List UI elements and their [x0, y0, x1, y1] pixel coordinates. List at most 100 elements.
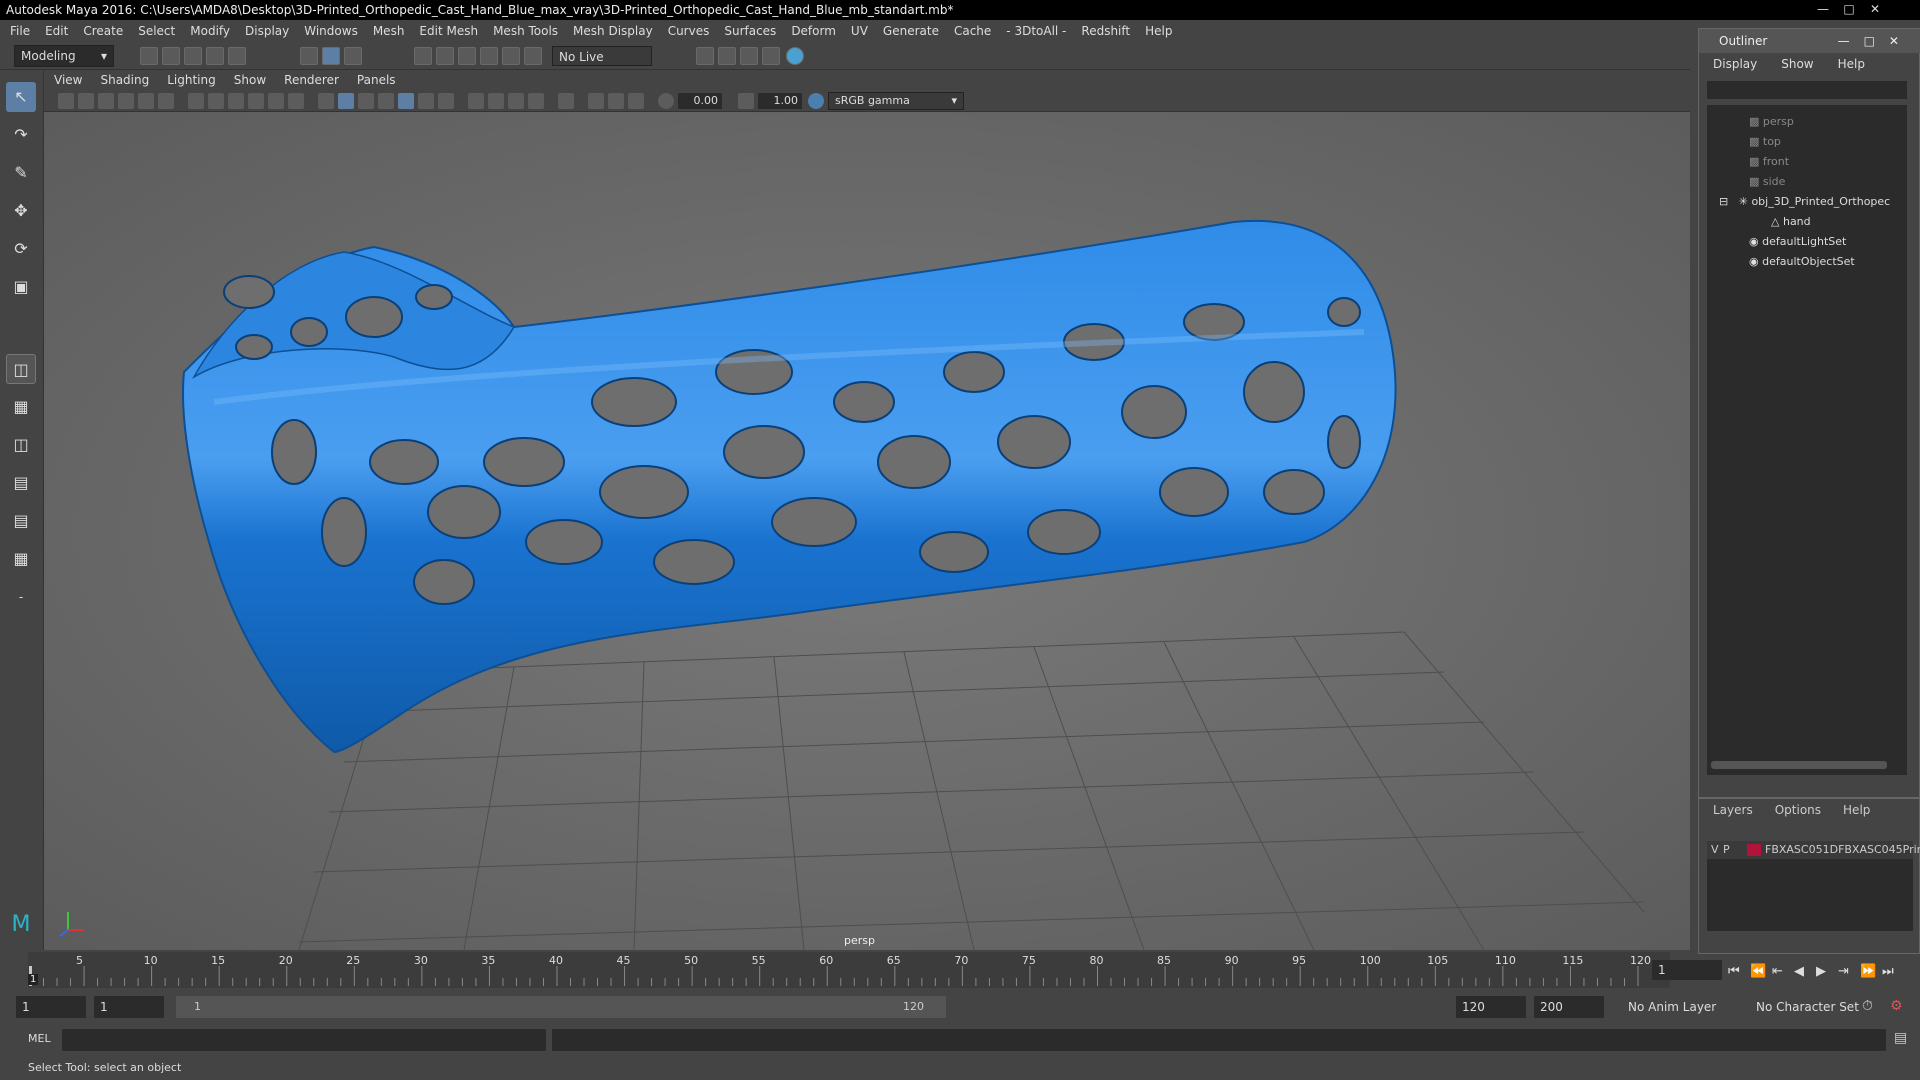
xray-active-icon[interactable] — [608, 93, 624, 109]
scale-tool-icon[interactable]: ▣ — [6, 272, 36, 302]
layout-collapse-icon[interactable]: - — [6, 582, 36, 612]
step-back-key-icon[interactable]: ⏪ — [1750, 964, 1766, 979]
outliner-item-objectset[interactable]: ◉ defaultObjectSet — [1749, 253, 1855, 271]
layer-visibility-toggle[interactable]: V — [1711, 841, 1719, 859]
vp-menu-renderer[interactable]: Renderer — [284, 73, 339, 87]
menu-mesh-tools[interactable]: Mesh Tools — [493, 24, 558, 38]
wireframe-icon[interactable] — [318, 93, 334, 109]
open-scene-icon[interactable] — [162, 47, 180, 65]
gamma-icon[interactable] — [738, 93, 754, 109]
depth-of-field-icon[interactable] — [528, 93, 544, 109]
maximize-icon[interactable]: □ — [1836, 0, 1862, 18]
outliner-menu-display[interactable]: Display — [1713, 57, 1757, 77]
isolate-select-icon[interactable] — [558, 93, 574, 109]
paint-select-icon[interactable]: ✎ — [6, 158, 36, 188]
ipr-render-icon[interactable] — [740, 47, 758, 65]
outliner-item-side[interactable]: ▩ side — [1749, 173, 1785, 191]
layout-uv-icon[interactable]: ▦ — [6, 544, 36, 574]
rotate-tool-icon[interactable]: ⟳ — [6, 234, 36, 264]
animation-end-field[interactable]: 200 — [1534, 996, 1604, 1018]
outliner-item-front[interactable]: ▩ front — [1749, 153, 1789, 171]
layout-graph-icon[interactable]: ▤ — [6, 506, 36, 536]
vp-menu-show[interactable]: Show — [234, 73, 266, 87]
menu-redshift[interactable]: Redshift — [1081, 24, 1130, 38]
close-icon[interactable]: ✕ — [1862, 0, 1888, 18]
layout-outliner-icon[interactable]: ▤ — [6, 468, 36, 498]
view-transform-dropdown[interactable]: sRGB gamma ▾ — [828, 92, 964, 110]
go-to-end-icon[interactable]: ⏭ — [1882, 964, 1894, 979]
snap-point-icon[interactable] — [458, 47, 476, 65]
bookmark-icon[interactable] — [98, 93, 114, 109]
textured-icon[interactable] — [378, 93, 394, 109]
exposure-icon[interactable] — [658, 93, 674, 109]
layers-menu-layers[interactable]: Layers — [1713, 803, 1753, 817]
menu-windows[interactable]: Windows — [304, 24, 358, 38]
outliner-item-persp[interactable]: ▩ persp — [1749, 113, 1794, 131]
outliner-item-lightset[interactable]: ◉ defaultLightSet — [1749, 233, 1846, 251]
gamma-field[interactable]: 1.00 — [758, 93, 802, 109]
step-forward-key-icon[interactable]: ⏩ — [1860, 964, 1876, 979]
xray-joints-icon[interactable] — [628, 93, 644, 109]
vp-menu-view[interactable]: View — [54, 73, 82, 87]
image-plane-icon[interactable] — [118, 93, 134, 109]
script-editor-icon[interactable]: ▤ — [1894, 1030, 1907, 1046]
preferences-icon[interactable]: ⚙ — [1890, 998, 1903, 1014]
go-to-start-icon[interactable]: ⏮ — [1728, 964, 1740, 979]
minimize-icon[interactable]: — — [1810, 0, 1836, 18]
menu-file[interactable]: File — [10, 24, 30, 38]
animation-start-field[interactable]: 1 — [16, 996, 86, 1018]
anti-aliasing-icon[interactable] — [508, 93, 524, 109]
motion-blur-icon[interactable] — [488, 93, 504, 109]
layout-single-icon[interactable]: ◫ — [6, 354, 36, 384]
auto-key-icon[interactable]: ⏱ — [1862, 998, 1873, 1014]
layer-row[interactable]: V P FBXASC051DFBXASC045Print — [1707, 841, 1920, 859]
time-slider[interactable]: 5 10 15 20 25 30 35 40 45 50 55 60 65 70 75 80 85 90 95 100… — [28, 952, 1670, 988]
mel-label[interactable]: MEL — [28, 1032, 51, 1045]
undo-icon[interactable] — [206, 47, 224, 65]
layer-color-swatch[interactable] — [1747, 844, 1761, 856]
playback-end-field[interactable]: 120 — [1456, 996, 1526, 1018]
hypershade-icon[interactable] — [786, 47, 804, 65]
play-backward-icon[interactable]: ◀ — [1794, 964, 1804, 979]
range-slider[interactable]: 1 120 — [176, 996, 946, 1018]
snap-view-icon[interactable] — [480, 47, 498, 65]
gate-mask-icon[interactable] — [248, 93, 264, 109]
outliner-item-top[interactable]: ▩ top — [1749, 133, 1781, 151]
outliner-menu-show[interactable]: Show — [1781, 57, 1813, 77]
outliner-item-group[interactable]: ⊟ ✳ obj_3D_Printed_Orthopec — [1719, 193, 1890, 211]
layout-two-icon[interactable]: ◫ — [6, 430, 36, 460]
outliner-menu-help[interactable]: Help — [1838, 57, 1865, 77]
current-frame-field[interactable]: 1 — [1652, 960, 1722, 980]
2d-pan-icon[interactable] — [138, 93, 154, 109]
wireframe-on-shaded-icon[interactable] — [398, 93, 414, 109]
menu-mesh-display[interactable]: Mesh Display — [573, 24, 653, 38]
render-settings-icon[interactable] — [696, 47, 714, 65]
menu-mesh[interactable]: Mesh — [373, 24, 405, 38]
mode-dropdown[interactable]: Modeling ▾ — [14, 45, 114, 67]
resolution-gate-icon[interactable] — [228, 93, 244, 109]
select-hierarchy-icon[interactable] — [300, 47, 318, 65]
render-view-icon[interactable] — [762, 47, 780, 65]
live-surface-field[interactable]: No Live Surface — [552, 46, 652, 84]
camera-select-icon[interactable] — [58, 93, 74, 109]
outliner-window-controls[interactable]: —□✕ — [1838, 29, 1913, 53]
menu-cache[interactable]: Cache — [954, 24, 991, 38]
mel-input[interactable] — [62, 1029, 546, 1051]
smooth-shade-icon[interactable] — [338, 93, 354, 109]
collapse-icon[interactable]: ⊟ — [1719, 195, 1739, 208]
menu-3dtoall[interactable]: - 3DtoAll - — [1006, 24, 1066, 38]
menu-generate[interactable]: Generate — [883, 24, 939, 38]
snap-grid-icon[interactable] — [414, 47, 432, 65]
save-scene-icon[interactable] — [184, 47, 202, 65]
screen-space-ao-icon[interactable] — [468, 93, 484, 109]
select-component-icon[interactable] — [344, 47, 362, 65]
layer-playback-toggle[interactable]: P — [1723, 841, 1730, 859]
snap-curve-icon[interactable] — [436, 47, 454, 65]
viewport-persp[interactable]: persp — [44, 112, 1690, 950]
layers-menu-help[interactable]: Help — [1843, 803, 1870, 817]
grid-toggle-icon[interactable] — [188, 93, 204, 109]
step-back-frame-icon[interactable]: ⇤ — [1772, 964, 1783, 979]
grease-pencil-icon[interactable] — [158, 93, 174, 109]
anim-layer-dropdown[interactable]: No Anim Layer — [1622, 996, 1742, 1018]
snap-surface-icon[interactable] — [502, 47, 520, 65]
